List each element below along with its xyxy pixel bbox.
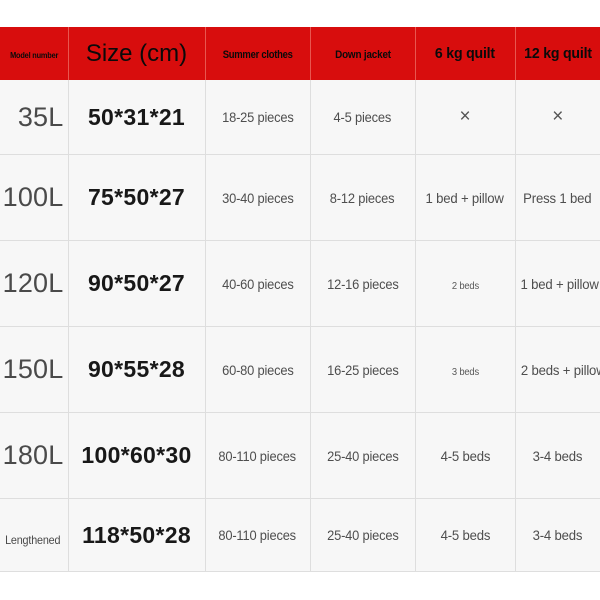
column-header-6kg-quilt-label: 6 kg quilt [434, 44, 496, 62]
cell-summer-clothes: 40-60 pieces [205, 240, 311, 327]
cell-summer-clothes: 30-40 pieces [205, 154, 311, 241]
size-chart: Model number Size (cm) Summer clothes Do… [0, 27, 600, 572]
cell-summer-clothes: 80-110 pieces [205, 412, 311, 499]
cell-down-jacket-text: 25-40 pieces [326, 447, 399, 464]
column-header-down-jacket-label: Down jacket [334, 48, 391, 61]
cell-size: 90*50*27 [68, 240, 206, 327]
cell-down-jacket-text: 4-5 pieces [333, 109, 392, 125]
cell-12kg-quilt-text: 1 bed + pillow [519, 275, 599, 292]
cell-6kg-quilt-text: 2 beds [451, 280, 479, 292]
cell-model-number: 150L [0, 326, 69, 413]
cell-down-jacket: 4-5 pieces [310, 80, 416, 155]
cell-model-number: Lengthened [0, 498, 69, 572]
cell-size: 118*50*28 [68, 498, 206, 572]
column-header-summer-clothes: Summer clothes [205, 27, 311, 80]
table-row: Lengthened 118*50*28 80-110 pieces 25-40… [0, 498, 600, 572]
cell-6kg-quilt-text: 1 bed + pillow [425, 189, 505, 206]
cell-summer-clothes-text: 18-25 pieces [221, 109, 294, 125]
capacity-table: Model number Size (cm) Summer clothes Do… [0, 27, 600, 572]
cell-summer-clothes: 80-110 pieces [205, 498, 311, 572]
cell-size: 50*31*21 [68, 80, 206, 155]
column-header-12kg-quilt: 12 kg quilt [515, 27, 600, 80]
cross-icon: × [552, 106, 564, 127]
column-header-down-jacket: Down jacket [310, 27, 416, 80]
cell-6kg-quilt: 4-5 beds [415, 412, 516, 499]
table-body: 35L 50*31*21 18-25 pieces 4-5 pieces × ×… [0, 80, 600, 572]
cell-12kg-quilt-text: 2 beds + pillows [520, 361, 600, 378]
cell-size: 75*50*27 [68, 154, 206, 241]
cross-icon: × [459, 106, 471, 127]
cell-12kg-quilt-text: 3-4 beds [532, 447, 583, 464]
cell-12kg-quilt: 2 beds + pillows [515, 326, 600, 413]
cell-summer-clothes: 60-80 pieces [205, 326, 311, 413]
cell-12kg-quilt-text: Press 1 bed [523, 189, 592, 206]
cell-summer-clothes-text: 40-60 pieces [221, 275, 294, 292]
cell-6kg-quilt-text: 3 beds [451, 366, 479, 378]
cell-12kg-quilt-text: 3-4 beds [532, 527, 583, 543]
table-row: 150L 90*55*28 60-80 pieces 16-25 pieces … [0, 326, 600, 413]
cell-6kg-quilt: 4-5 beds [415, 498, 516, 572]
cell-model-number: 180L [0, 412, 69, 499]
cell-down-jacket-text: 12-16 pieces [326, 275, 399, 292]
cell-down-jacket: 16-25 pieces [310, 326, 416, 413]
cell-6kg-quilt: × [415, 80, 516, 155]
cell-model-number-text: Lengthened [5, 532, 61, 547]
table-row: 180L 100*60*30 80-110 pieces 25-40 piece… [0, 412, 600, 499]
table-row: 100L 75*50*27 30-40 pieces 8-12 pieces 1… [0, 154, 600, 241]
cell-12kg-quilt: × [515, 80, 600, 155]
cell-12kg-quilt: Press 1 bed [515, 154, 600, 241]
cell-6kg-quilt: 3 beds [415, 326, 516, 413]
cell-summer-clothes-text: 30-40 pieces [221, 189, 294, 206]
cell-summer-clothes: 18-25 pieces [205, 80, 311, 155]
cell-down-jacket-text: 16-25 pieces [326, 361, 399, 378]
cell-12kg-quilt: 1 bed + pillow [515, 240, 600, 327]
column-header-summer-clothes-label: Summer clothes [222, 48, 293, 61]
cell-down-jacket: 12-16 pieces [310, 240, 416, 327]
cell-6kg-quilt: 2 beds [415, 240, 516, 327]
cell-down-jacket: 8-12 pieces [310, 154, 416, 241]
cell-12kg-quilt: 3-4 beds [515, 498, 600, 572]
table-row: 35L 50*31*21 18-25 pieces 4-5 pieces × × [0, 80, 600, 155]
table-row: 120L 90*50*27 40-60 pieces 12-16 pieces … [0, 240, 600, 327]
column-header-12kg-quilt-label: 12 kg quilt [523, 44, 592, 62]
cell-model-number: 120L [0, 240, 69, 327]
column-header-model-number: Model number [0, 27, 69, 80]
cell-size: 100*60*30 [68, 412, 206, 499]
cell-6kg-quilt: 1 bed + pillow [415, 154, 516, 241]
table-header: Model number Size (cm) Summer clothes Do… [0, 27, 600, 80]
cell-6kg-quilt-text: 4-5 beds [440, 527, 490, 543]
cell-model-number: 35L [0, 80, 69, 155]
cell-down-jacket: 25-40 pieces [310, 412, 416, 499]
cell-size: 90*55*28 [68, 326, 206, 413]
cell-model-number: 100L [0, 154, 69, 241]
column-header-size: Size (cm) [68, 27, 206, 80]
cell-summer-clothes-text: 60-80 pieces [221, 361, 294, 378]
cell-summer-clothes-text: 80-110 pieces [218, 447, 297, 464]
column-header-size-label: Size (cm) [85, 39, 188, 67]
cell-12kg-quilt: 3-4 beds [515, 412, 600, 499]
cell-6kg-quilt-text: 4-5 beds [440, 447, 490, 464]
column-header-6kg-quilt: 6 kg quilt [415, 27, 516, 80]
column-header-model-number-label: Model number [9, 50, 58, 60]
cell-down-jacket-text: 8-12 pieces [330, 189, 395, 206]
cell-down-jacket: 25-40 pieces [310, 498, 416, 572]
cell-summer-clothes-text: 80-110 pieces [218, 527, 297, 543]
header-row: Model number Size (cm) Summer clothes Do… [0, 27, 600, 80]
cell-down-jacket-text: 25-40 pieces [326, 527, 399, 543]
